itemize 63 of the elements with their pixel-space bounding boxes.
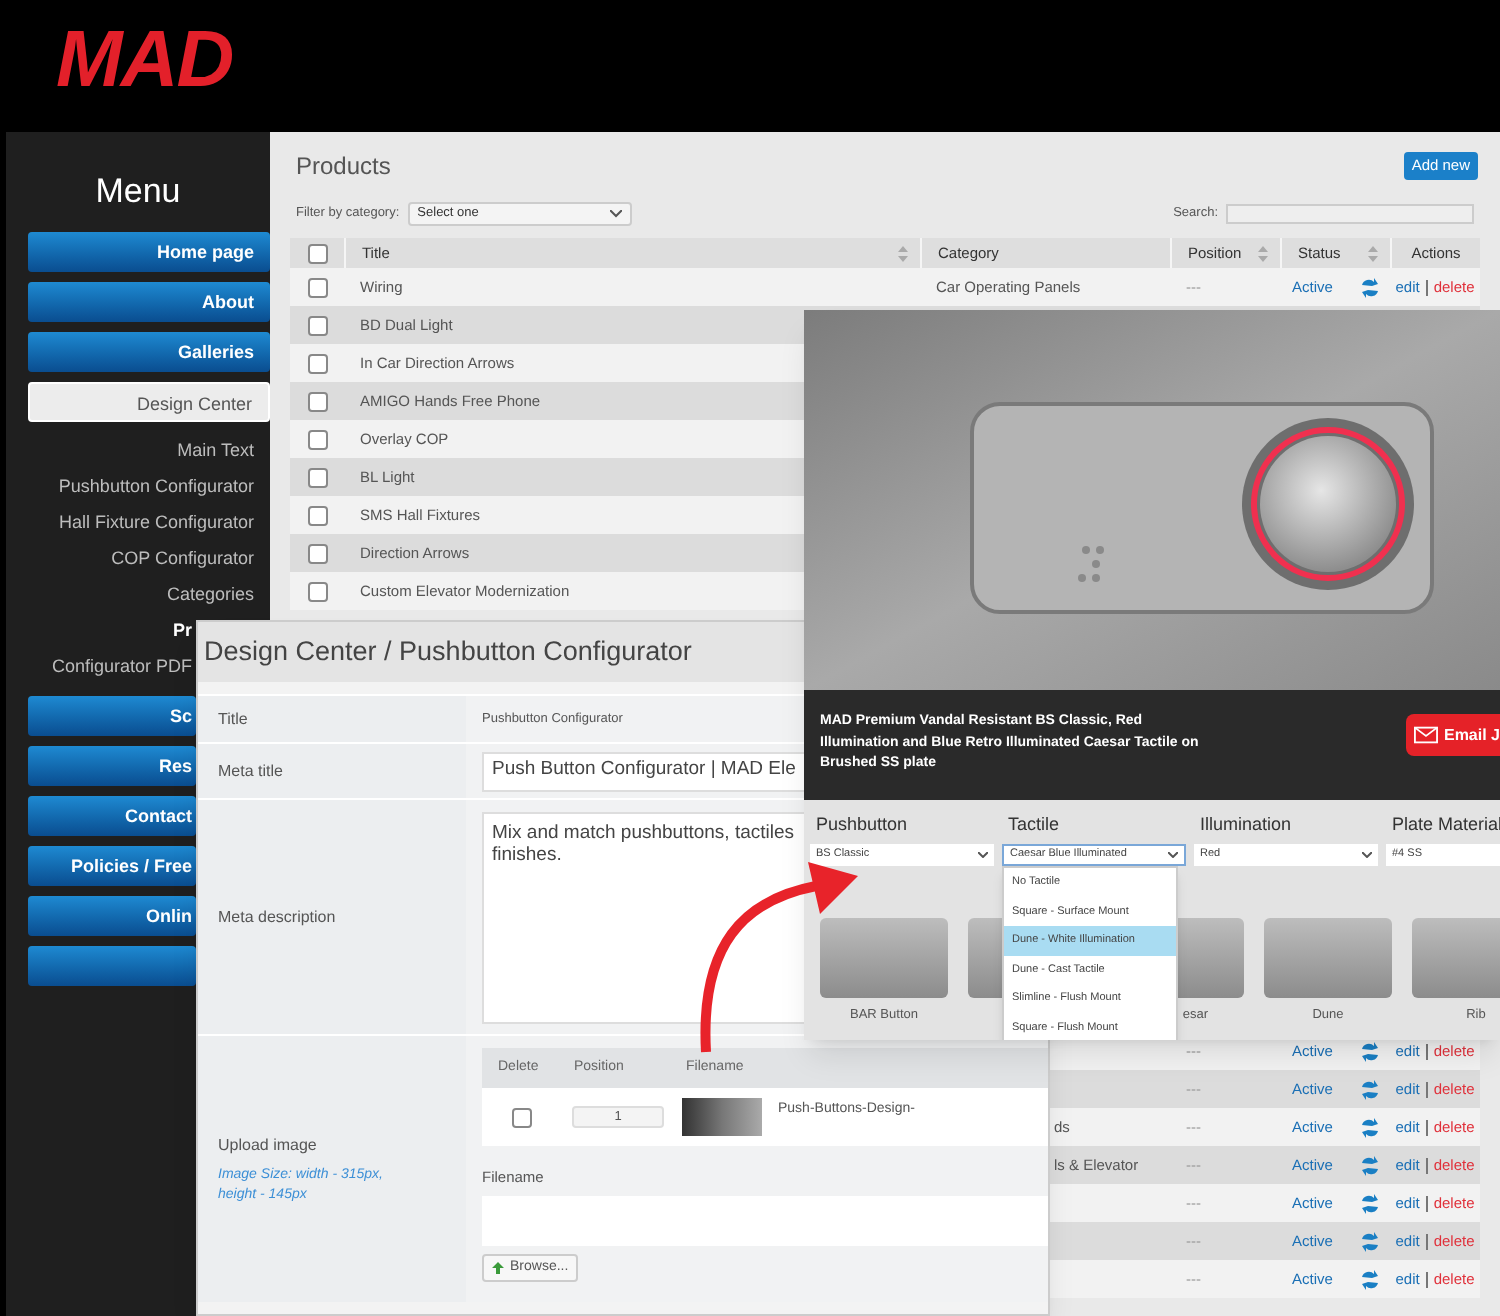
refresh-icon[interactable] xyxy=(1358,275,1382,299)
field-label: Meta description xyxy=(218,905,338,929)
email-button[interactable]: Email J xyxy=(1406,714,1500,756)
refresh-icon[interactable] xyxy=(1358,1229,1382,1253)
menu-link[interactable]: Main Text xyxy=(28,432,270,468)
image-thumbnail xyxy=(682,1098,762,1136)
menu-button[interactable]: Res xyxy=(28,746,196,786)
input-field[interactable]: Push Button Configurator | MAD Ele xyxy=(482,751,806,791)
checkbox[interactable] xyxy=(307,467,327,487)
search-field[interactable] xyxy=(1226,204,1474,224)
option-label: Tactile xyxy=(1006,812,1060,838)
field-label: Title xyxy=(218,707,250,731)
checkbox[interactable] xyxy=(307,315,327,335)
text-area[interactable]: Mix and match pushbuttons, tactiles finishes. xyxy=(482,812,806,1024)
button-thumbnail[interactable] xyxy=(820,918,948,998)
panel-title: Products xyxy=(296,150,391,184)
checkbox[interactable] xyxy=(307,429,327,449)
refresh-icon[interactable] xyxy=(1358,1077,1382,1101)
refresh-icon[interactable] xyxy=(1358,1039,1382,1063)
checkbox[interactable] xyxy=(307,391,327,411)
menu-button[interactable]: Home page xyxy=(28,232,270,272)
menu-button[interactable]: Sc xyxy=(28,696,196,736)
refresh-icon[interactable] xyxy=(1358,1115,1382,1139)
refresh-icon[interactable] xyxy=(1358,1267,1382,1291)
button-thumbnail[interactable] xyxy=(1264,918,1392,998)
checkbox[interactable] xyxy=(512,1107,532,1127)
mail-icon xyxy=(1414,726,1438,744)
menu-link[interactable]: Hall Fixture Configurator xyxy=(28,504,270,540)
menu-link[interactable]: Pr xyxy=(28,612,196,648)
checkbox[interactable] xyxy=(307,243,327,263)
checkbox[interactable] xyxy=(307,505,327,525)
menu-link[interactable]: Pushbutton Configurator xyxy=(28,468,270,504)
menu-button[interactable]: Contact xyxy=(28,796,196,836)
menu-link[interactable]: Configurator PDF xyxy=(28,648,196,684)
chevron-icon xyxy=(1362,852,1372,858)
field-label: Upload image xyxy=(218,1133,319,1157)
text-line: finishes. xyxy=(492,844,562,866)
field-label: Meta title xyxy=(218,759,285,783)
panel-title: Design Center / Pushbutton Configurator xyxy=(204,633,692,670)
filename-field[interactable] xyxy=(482,1196,1048,1247)
menu-button[interactable]: Policies / Free xyxy=(28,846,196,886)
menu-button[interactable]: Design Center xyxy=(28,382,270,422)
checkbox[interactable] xyxy=(307,543,327,563)
menu-link[interactable]: Categories xyxy=(28,576,270,612)
text-line: Mix and match pushbuttons, tactiles xyxy=(492,822,795,844)
menu-link[interactable]: COP Configurator xyxy=(28,540,270,576)
chevron-icon xyxy=(609,210,622,218)
chevron-icon xyxy=(1168,852,1178,858)
checkbox[interactable] xyxy=(307,277,327,297)
upload-icon xyxy=(492,1262,504,1275)
menu-button[interactable]: Galleries xyxy=(28,332,270,372)
menu-button[interactable]: About xyxy=(28,282,270,322)
refresh-icon[interactable] xyxy=(1358,1191,1382,1215)
menu-title: Menu xyxy=(93,170,183,214)
option-label: Illumination xyxy=(1198,812,1292,838)
checkbox[interactable] xyxy=(307,353,327,373)
option-label: Pushbutton xyxy=(814,812,908,838)
checkbox[interactable] xyxy=(307,581,327,601)
menu-button[interactable]: Onlin xyxy=(28,896,196,936)
refresh-icon[interactable] xyxy=(1358,1153,1382,1177)
logo: MAD xyxy=(56,20,233,100)
menu-button[interactable] xyxy=(28,946,196,986)
chevron-icon xyxy=(978,852,988,858)
